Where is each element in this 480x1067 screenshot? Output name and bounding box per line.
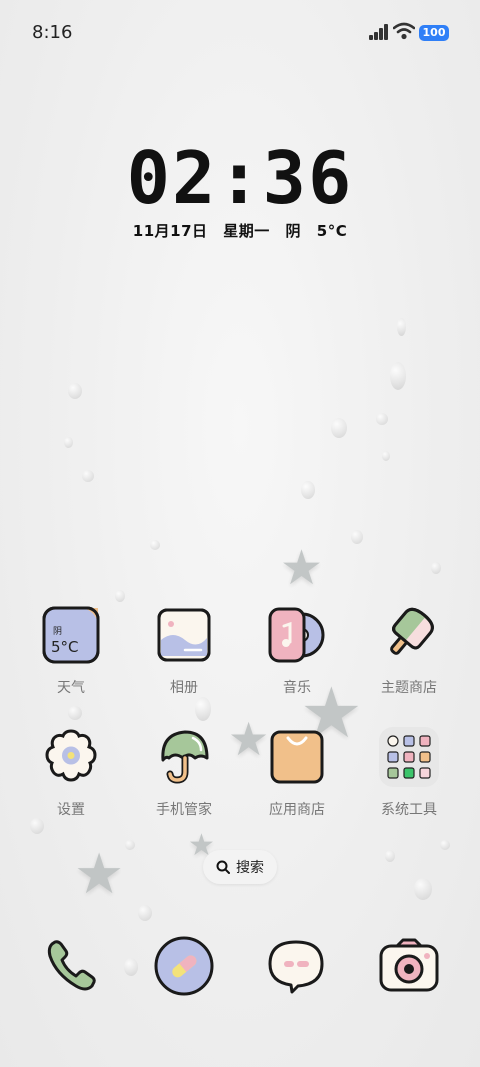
app-label: 系统工具	[381, 802, 437, 818]
water-drop	[431, 562, 441, 574]
app-settings[interactable]: 设置	[23, 728, 119, 819]
date-weekday: 星期一	[223, 222, 270, 240]
gallery-icon	[155, 606, 213, 664]
app-gallery[interactable]: 相册	[136, 606, 232, 697]
weather-tile-condition: 阴	[53, 627, 63, 637]
date-day: 11月17日	[132, 222, 208, 240]
status-bar: 8:16 100	[0, 0, 480, 68]
dock-phone[interactable]	[40, 934, 104, 998]
status-time: 8:16	[32, 22, 73, 43]
water-drop	[115, 590, 125, 602]
water-drop	[382, 451, 390, 461]
dock-messages[interactable]	[264, 934, 328, 998]
app-label: 应用商店	[269, 802, 325, 818]
star-decoration: ★	[74, 842, 125, 907]
app-label: 音乐	[283, 680, 311, 696]
phone-manager-icon	[155, 728, 213, 786]
weather-icon: 阴 5°C	[42, 606, 100, 664]
app-app-store[interactable]: 应用商店	[249, 728, 345, 819]
weather-tile-temp: 5°C	[51, 638, 79, 656]
settings-icon	[42, 728, 100, 786]
water-drop	[351, 530, 363, 544]
water-drop	[385, 850, 395, 862]
clock-time[interactable]: 02:36	[0, 136, 480, 220]
date-weather-line[interactable]: 11月17日 星期一 阴 5°C	[0, 220, 480, 241]
water-drop	[82, 470, 94, 482]
folder-system-tools[interactable]: 系统工具	[361, 726, 457, 819]
theme-store-icon	[380, 606, 438, 664]
app-label: 主题商店	[381, 680, 437, 696]
search-icon	[216, 860, 230, 874]
camera-icon	[379, 938, 439, 992]
app-label: 相册	[170, 680, 198, 696]
system-tools-folder-icon	[378, 726, 440, 788]
browser-icon	[154, 936, 214, 996]
battery-indicator: 100	[419, 25, 449, 41]
water-drop	[124, 958, 138, 976]
water-drop	[376, 413, 388, 425]
search-label: 搜索	[236, 860, 264, 876]
water-drop	[68, 706, 82, 720]
cellular-signal-icon	[369, 24, 389, 40]
water-drop	[125, 840, 135, 850]
app-weather[interactable]: 阴 5°C 天气	[23, 606, 119, 697]
water-drop	[414, 878, 432, 900]
app-music[interactable]: 音乐	[249, 606, 345, 697]
app-label: 手机管家	[156, 802, 212, 818]
dock-browser[interactable]	[152, 934, 216, 998]
app-phone-manager[interactable]: 手机管家	[136, 728, 232, 819]
water-drop	[331, 418, 347, 438]
app-label: 天气	[57, 680, 85, 696]
app-label: 设置	[57, 802, 85, 818]
messages-icon	[268, 940, 324, 994]
wifi-icon	[393, 22, 415, 40]
water-drop	[30, 818, 44, 834]
water-drop	[138, 905, 152, 921]
date-weather: 阴	[285, 222, 302, 240]
water-drop	[301, 481, 315, 499]
water-drop	[397, 318, 406, 336]
water-drop	[64, 437, 73, 448]
music-icon	[268, 606, 326, 664]
app-theme-store[interactable]: 主题商店	[361, 606, 457, 697]
phone-icon	[47, 940, 96, 991]
water-drop	[68, 383, 82, 399]
water-drop	[440, 840, 450, 850]
date-temp: 5°C	[316, 222, 348, 240]
dock-camera[interactable]	[377, 934, 441, 998]
water-drop	[390, 362, 406, 390]
star-decoration: ★	[280, 540, 324, 596]
water-drop	[195, 697, 211, 721]
water-drop	[150, 540, 160, 550]
app-store-icon	[268, 728, 326, 786]
search-button[interactable]: 搜索	[203, 850, 277, 884]
